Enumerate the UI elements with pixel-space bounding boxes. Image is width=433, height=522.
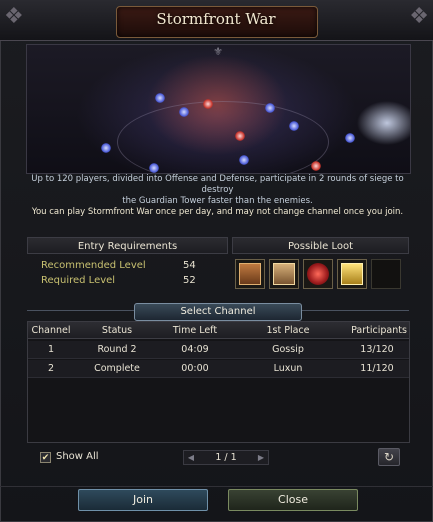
loot-slot-4[interactable]: [337, 259, 367, 289]
column-channel[interactable]: Channel: [28, 323, 74, 338]
loot-slot-3[interactable]: [303, 259, 333, 289]
banner-orb: [149, 163, 159, 173]
banner-orb: [289, 121, 299, 131]
channel-status: Complete: [94, 363, 140, 374]
show-all-toggle[interactable]: ✔ Show All: [40, 451, 100, 465]
loot-slot-2[interactable]: [269, 259, 299, 289]
banner-orb: [203, 99, 213, 109]
column-status[interactable]: Status: [80, 323, 154, 338]
required-level-value: 52: [183, 275, 196, 286]
wooden-chest-icon: [273, 263, 295, 285]
red-crest-icon: [307, 263, 329, 285]
banner-orb: [155, 93, 165, 103]
banner-orb: [345, 133, 355, 143]
corner-ornament-left: ❖: [4, 4, 24, 29]
column-participants[interactable]: Participants: [346, 323, 412, 338]
page-indicator: 1 / 1: [215, 452, 237, 463]
event-description: Up to 120 players, divided into Offense …: [26, 174, 409, 218]
entry-requirements-panel: Recommended Level 54 Required Level 52: [27, 254, 228, 294]
banner-orb: [179, 107, 189, 117]
channel-time-left: 00:00: [181, 363, 209, 374]
close-button[interactable]: Close: [228, 489, 358, 511]
banner-orb: [239, 155, 249, 165]
next-page-button[interactable]: ▶: [255, 451, 267, 464]
refresh-icon: ↻: [383, 450, 395, 464]
channel-participants: 13/120: [360, 344, 394, 355]
channel-number: 1: [47, 344, 55, 355]
channel-row[interactable]: 2 Complete 00:00 Luxun 11/120: [28, 360, 409, 378]
banner-arena-ring: [117, 101, 329, 173]
possible-loot-header: Possible Loot: [232, 237, 409, 254]
channel-time-left: 04:09: [181, 344, 209, 355]
recommended-level-value: 54: [183, 260, 196, 271]
channel-table: [27, 321, 410, 443]
page-navigator: ◀ 1 / 1 ▶: [183, 450, 269, 465]
banner-orb: [265, 103, 275, 113]
divider: [27, 310, 134, 311]
gold-chest-icon: [341, 263, 363, 285]
divider: [300, 310, 409, 311]
banner-orb: [235, 131, 245, 141]
column-first-place[interactable]: 1st Place: [248, 323, 328, 338]
corner-ornament-right: ❖: [409, 4, 429, 29]
recommended-level-label: Recommended Level: [41, 260, 146, 271]
channel-number: 2: [47, 363, 55, 374]
banner-orb: [311, 161, 321, 171]
brown-chest-icon: [239, 263, 261, 285]
channel-participants: 11/120: [360, 363, 394, 374]
select-channel-header: Select Channel: [134, 303, 302, 321]
channel-first-place: Luxun: [273, 363, 303, 374]
channel-row[interactable]: 1 Round 2 04:09 Gossip 13/120: [28, 341, 409, 359]
channel-first-place: Gossip: [272, 344, 304, 355]
title-bar: ❖ ❖ Stormfront War: [0, 0, 433, 41]
window-title: Stormfront War: [156, 10, 276, 28]
show-all-checkbox[interactable]: ✔: [40, 452, 51, 463]
channel-status: Round 2: [97, 344, 137, 355]
banner-orb: [101, 143, 111, 153]
description-line: Up to 120 players, divided into Offense …: [31, 174, 404, 195]
loot-slot-5: [371, 259, 401, 289]
description-line: the Guardian Tower faster than the enemi…: [122, 196, 313, 206]
loot-slot-1[interactable]: [235, 259, 265, 289]
description-line: You can play Stormfront War once per day…: [31, 207, 404, 217]
battle-banner-image: ⚜: [26, 44, 411, 174]
column-time-left[interactable]: Time Left: [160, 323, 230, 338]
banner-crest-icon: ⚜: [213, 45, 223, 58]
refresh-button[interactable]: ↻: [378, 448, 400, 466]
entry-requirements-header: Entry Requirements: [27, 237, 228, 254]
required-level-label: Required Level: [41, 275, 116, 286]
prev-page-button[interactable]: ◀: [185, 451, 197, 464]
show-all-label: Show All: [56, 451, 99, 462]
join-button[interactable]: Join: [78, 489, 208, 511]
